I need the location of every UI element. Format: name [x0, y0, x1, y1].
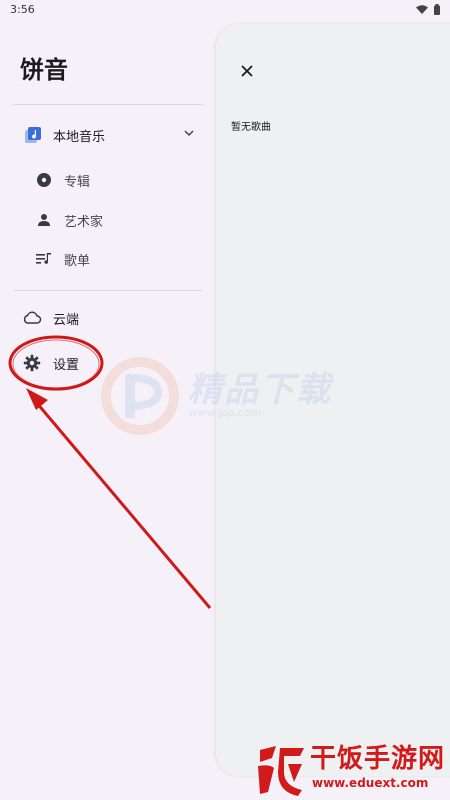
playlist-icon — [35, 249, 53, 269]
empty-songs-text: 暂无歌曲 — [231, 122, 271, 133]
nav-label-cloud: 云端 — [53, 312, 80, 328]
cloud-icon — [22, 308, 42, 328]
gear-icon — [22, 353, 42, 373]
close-icon — [241, 65, 253, 77]
nav-item-artist[interactable]: 艺术家 — [0, 202, 210, 238]
nav-item-cloud[interactable]: 云端 — [0, 300, 210, 336]
app-title: 饼音 — [20, 56, 68, 84]
wifi-icon — [416, 4, 428, 14]
brand-name: 干饭手游网 — [310, 744, 446, 774]
person-icon — [35, 210, 53, 230]
close-button[interactable] — [236, 60, 258, 82]
nav-item-album[interactable]: 专辑 — [0, 162, 210, 198]
nav-label-local-music: 本地音乐 — [53, 129, 106, 145]
content-panel: 暂无歌曲 — [216, 24, 450, 776]
status-time: 3:56 — [10, 3, 35, 16]
nav-label-playlist: 歌单 — [64, 253, 91, 269]
chevron-down-icon[interactable] — [182, 125, 196, 144]
brand-url: www.eduext.com — [312, 776, 429, 790]
nav-label-settings: 设置 — [53, 357, 80, 373]
divider — [13, 104, 203, 105]
status-bar: 3:56 — [0, 0, 450, 22]
nav-label-artist: 艺术家 — [64, 214, 104, 230]
status-icons — [416, 4, 440, 15]
nav-item-playlist[interactable]: 歌单 — [0, 241, 210, 277]
album-icon — [35, 170, 53, 190]
screen: 3:56 饼音 本地音乐 专辑 艺术家 歌单 云端 设置 暂无歌曲 精品下载 w… — [0, 0, 450, 800]
nav-label-album: 专辑 — [64, 174, 91, 190]
divider — [13, 290, 203, 291]
battery-icon — [434, 4, 440, 15]
navigation-drawer: 饼音 本地音乐 专辑 艺术家 歌单 云端 设置 — [0, 22, 216, 800]
corner-brand: 干饭手游网 www.eduext.com — [250, 736, 450, 800]
nav-item-settings[interactable]: 设置 — [0, 345, 210, 381]
music-library-icon — [23, 125, 43, 145]
brand-logo-icon — [258, 746, 304, 796]
nav-item-local-music[interactable]: 本地音乐 — [0, 117, 210, 153]
